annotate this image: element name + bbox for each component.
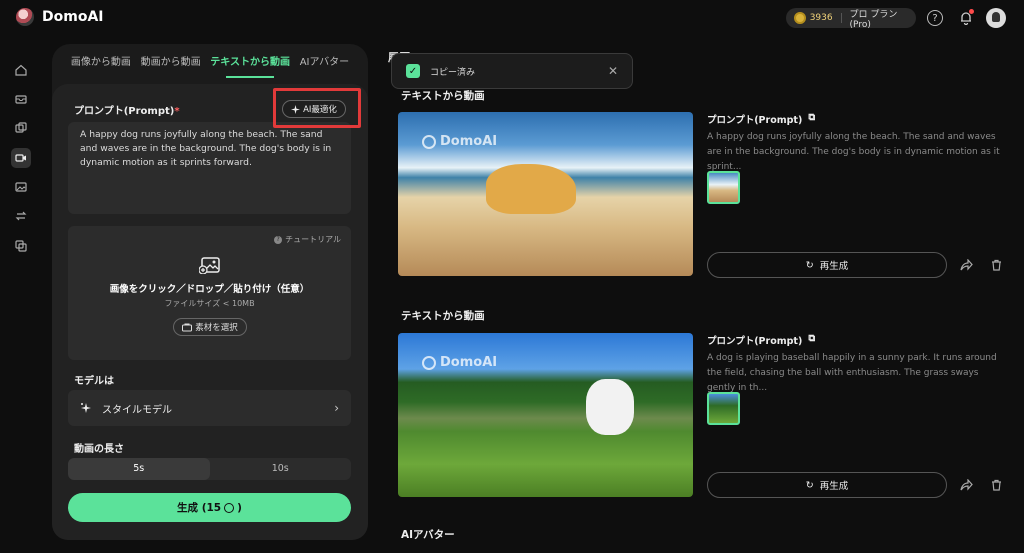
- trash-icon[interactable]: [988, 477, 1004, 493]
- logo[interactable]: DomoAI: [16, 8, 104, 26]
- prompt-heading: プロンプト(Prompt) ⧉: [707, 112, 815, 126]
- model-label: モデルは: [74, 376, 114, 387]
- tab-ai-avatar[interactable]: AIアバター: [300, 44, 349, 82]
- layers-icon[interactable]: [11, 118, 31, 138]
- video-icon[interactable]: [11, 148, 31, 168]
- copy-icon[interactable]: [11, 236, 31, 256]
- check-icon: ✓: [406, 64, 420, 78]
- watermark: DomoAI: [422, 355, 497, 370]
- dog-figure: [486, 164, 576, 214]
- tab-image-to-video[interactable]: 画像から動画: [71, 44, 131, 82]
- chevron-right-icon: ›: [334, 401, 339, 415]
- select-material-label: 素材を選択: [195, 323, 238, 333]
- section-title: テキストから動画: [401, 90, 485, 102]
- help-icon[interactable]: ?: [927, 10, 943, 26]
- home-icon[interactable]: [11, 60, 31, 80]
- add-image-icon: [199, 257, 220, 274]
- watermark-text: DomoAI: [440, 355, 498, 370]
- upload-size-hint: ファイルサイズ < 10MB: [164, 299, 255, 308]
- model-selector[interactable]: スタイルモデル ›: [68, 390, 351, 426]
- select-material-button[interactable]: 素材を選択: [173, 318, 247, 336]
- prompt-heading: プロンプト(Prompt) ⧉: [707, 333, 815, 347]
- generate-paren: ): [237, 501, 242, 514]
- length-label: 動画の長さ: [74, 444, 124, 455]
- generate-button[interactable]: 生成 (15): [68, 493, 351, 522]
- toast-message: コピー済み: [430, 67, 476, 78]
- required-mark: *: [174, 106, 180, 117]
- plan-label: プロ プラン(Pro): [849, 9, 898, 30]
- regenerate-button[interactable]: ↻ 再生成: [707, 252, 947, 278]
- left-rail: [0, 36, 42, 553]
- credit-count: 3936: [809, 13, 833, 23]
- image-icon[interactable]: [11, 177, 31, 197]
- length-selector: 5s 10s: [68, 458, 351, 480]
- model-value: スタイルモデル: [102, 404, 172, 416]
- form-card: プロンプト(Prompt)* AI最適化 A happy dog runs jo…: [52, 84, 368, 540]
- ai-avatar-section-title: AIアバター: [401, 529, 455, 541]
- tab-video-to-video[interactable]: 動画から動画: [141, 44, 201, 82]
- video-thumbnail[interactable]: DomoAI: [398, 112, 693, 276]
- watermark-text: DomoAI: [440, 134, 498, 149]
- section-title: テキストから動画: [401, 310, 485, 322]
- question-icon: ?: [274, 235, 283, 244]
- generate-label: 生成 (15: [177, 502, 222, 514]
- prompt-heading-text: プロンプト(Prompt): [707, 336, 803, 347]
- upload-title: 画像をクリック／ドロップ／貼り付け（任意）: [109, 284, 310, 295]
- prompt-label: プロンプト(Prompt)*: [74, 102, 180, 117]
- coin-icon: [224, 502, 235, 513]
- prompt-input[interactable]: A happy dog runs joyfully along the beac…: [68, 122, 351, 214]
- annotation-highlight: [273, 88, 361, 128]
- copy-icon[interactable]: ⧉: [808, 112, 815, 126]
- regenerate-label: 再生成: [819, 261, 849, 272]
- coin-icon: [794, 12, 806, 24]
- inbox-icon[interactable]: [11, 89, 31, 109]
- watermark-logo-icon: [422, 134, 436, 149]
- close-icon[interactable]: ✕: [608, 64, 618, 78]
- tab-text-to-video[interactable]: テキストから動画: [210, 44, 290, 82]
- logo-icon: [16, 8, 34, 26]
- prompt-text: A dog is playing baseball happily in a s…: [707, 353, 997, 393]
- prompt-text: A happy dog runs joyfully along the beac…: [707, 132, 1000, 172]
- watermark: DomoAI: [422, 134, 497, 149]
- sparkles-icon: [81, 403, 91, 413]
- mode-tabs: 画像から動画 動画から動画 テキストから動画 AIアバター: [52, 44, 368, 82]
- share-icon[interactable]: [958, 477, 974, 493]
- dog-figure: [586, 379, 634, 435]
- box-icon: [182, 323, 193, 331]
- prompt-heading-text: プロンプト(Prompt): [707, 115, 803, 126]
- notification-dot: [969, 9, 974, 14]
- credits-badge[interactable]: 3936 プロ プラン(Pro): [786, 8, 916, 30]
- trash-icon[interactable]: [988, 257, 1004, 273]
- regenerate-button[interactable]: ↻ 再生成: [707, 472, 947, 498]
- reference-thumbnail[interactable]: [707, 171, 740, 204]
- watermark-logo-icon: [422, 355, 436, 370]
- bell-icon[interactable]: [957, 9, 975, 27]
- image-upload-area[interactable]: ? チュートリアル 画像をクリック／ドロップ／貼り付け（任意） ファイルサイズ …: [68, 226, 351, 360]
- length-option-10s[interactable]: 10s: [210, 458, 352, 480]
- avatar[interactable]: [986, 8, 1006, 28]
- share-icon[interactable]: [958, 257, 974, 273]
- length-option-5s[interactable]: 5s: [68, 458, 210, 480]
- copied-toast: ✓ コピー済み ✕: [391, 53, 633, 89]
- tutorial-link[interactable]: ? チュートリアル: [274, 234, 341, 245]
- refresh-icon: ↻: [805, 259, 814, 271]
- tutorial-label: チュートリアル: [285, 235, 341, 244]
- copy-icon[interactable]: ⧉: [808, 333, 815, 347]
- refresh-icon: ↻: [805, 479, 814, 491]
- video-thumbnail[interactable]: DomoAI: [398, 333, 693, 497]
- regenerate-label: 再生成: [819, 481, 849, 492]
- swap-icon[interactable]: [11, 206, 31, 226]
- reference-thumbnail[interactable]: [707, 392, 740, 425]
- prompt-label-text: プロンプト(Prompt): [74, 106, 175, 117]
- top-bar: DomoAI 3936 プロ プラン(Pro) ?: [0, 0, 1024, 36]
- divider: [840, 13, 842, 23]
- app-name: DomoAI: [42, 9, 104, 25]
